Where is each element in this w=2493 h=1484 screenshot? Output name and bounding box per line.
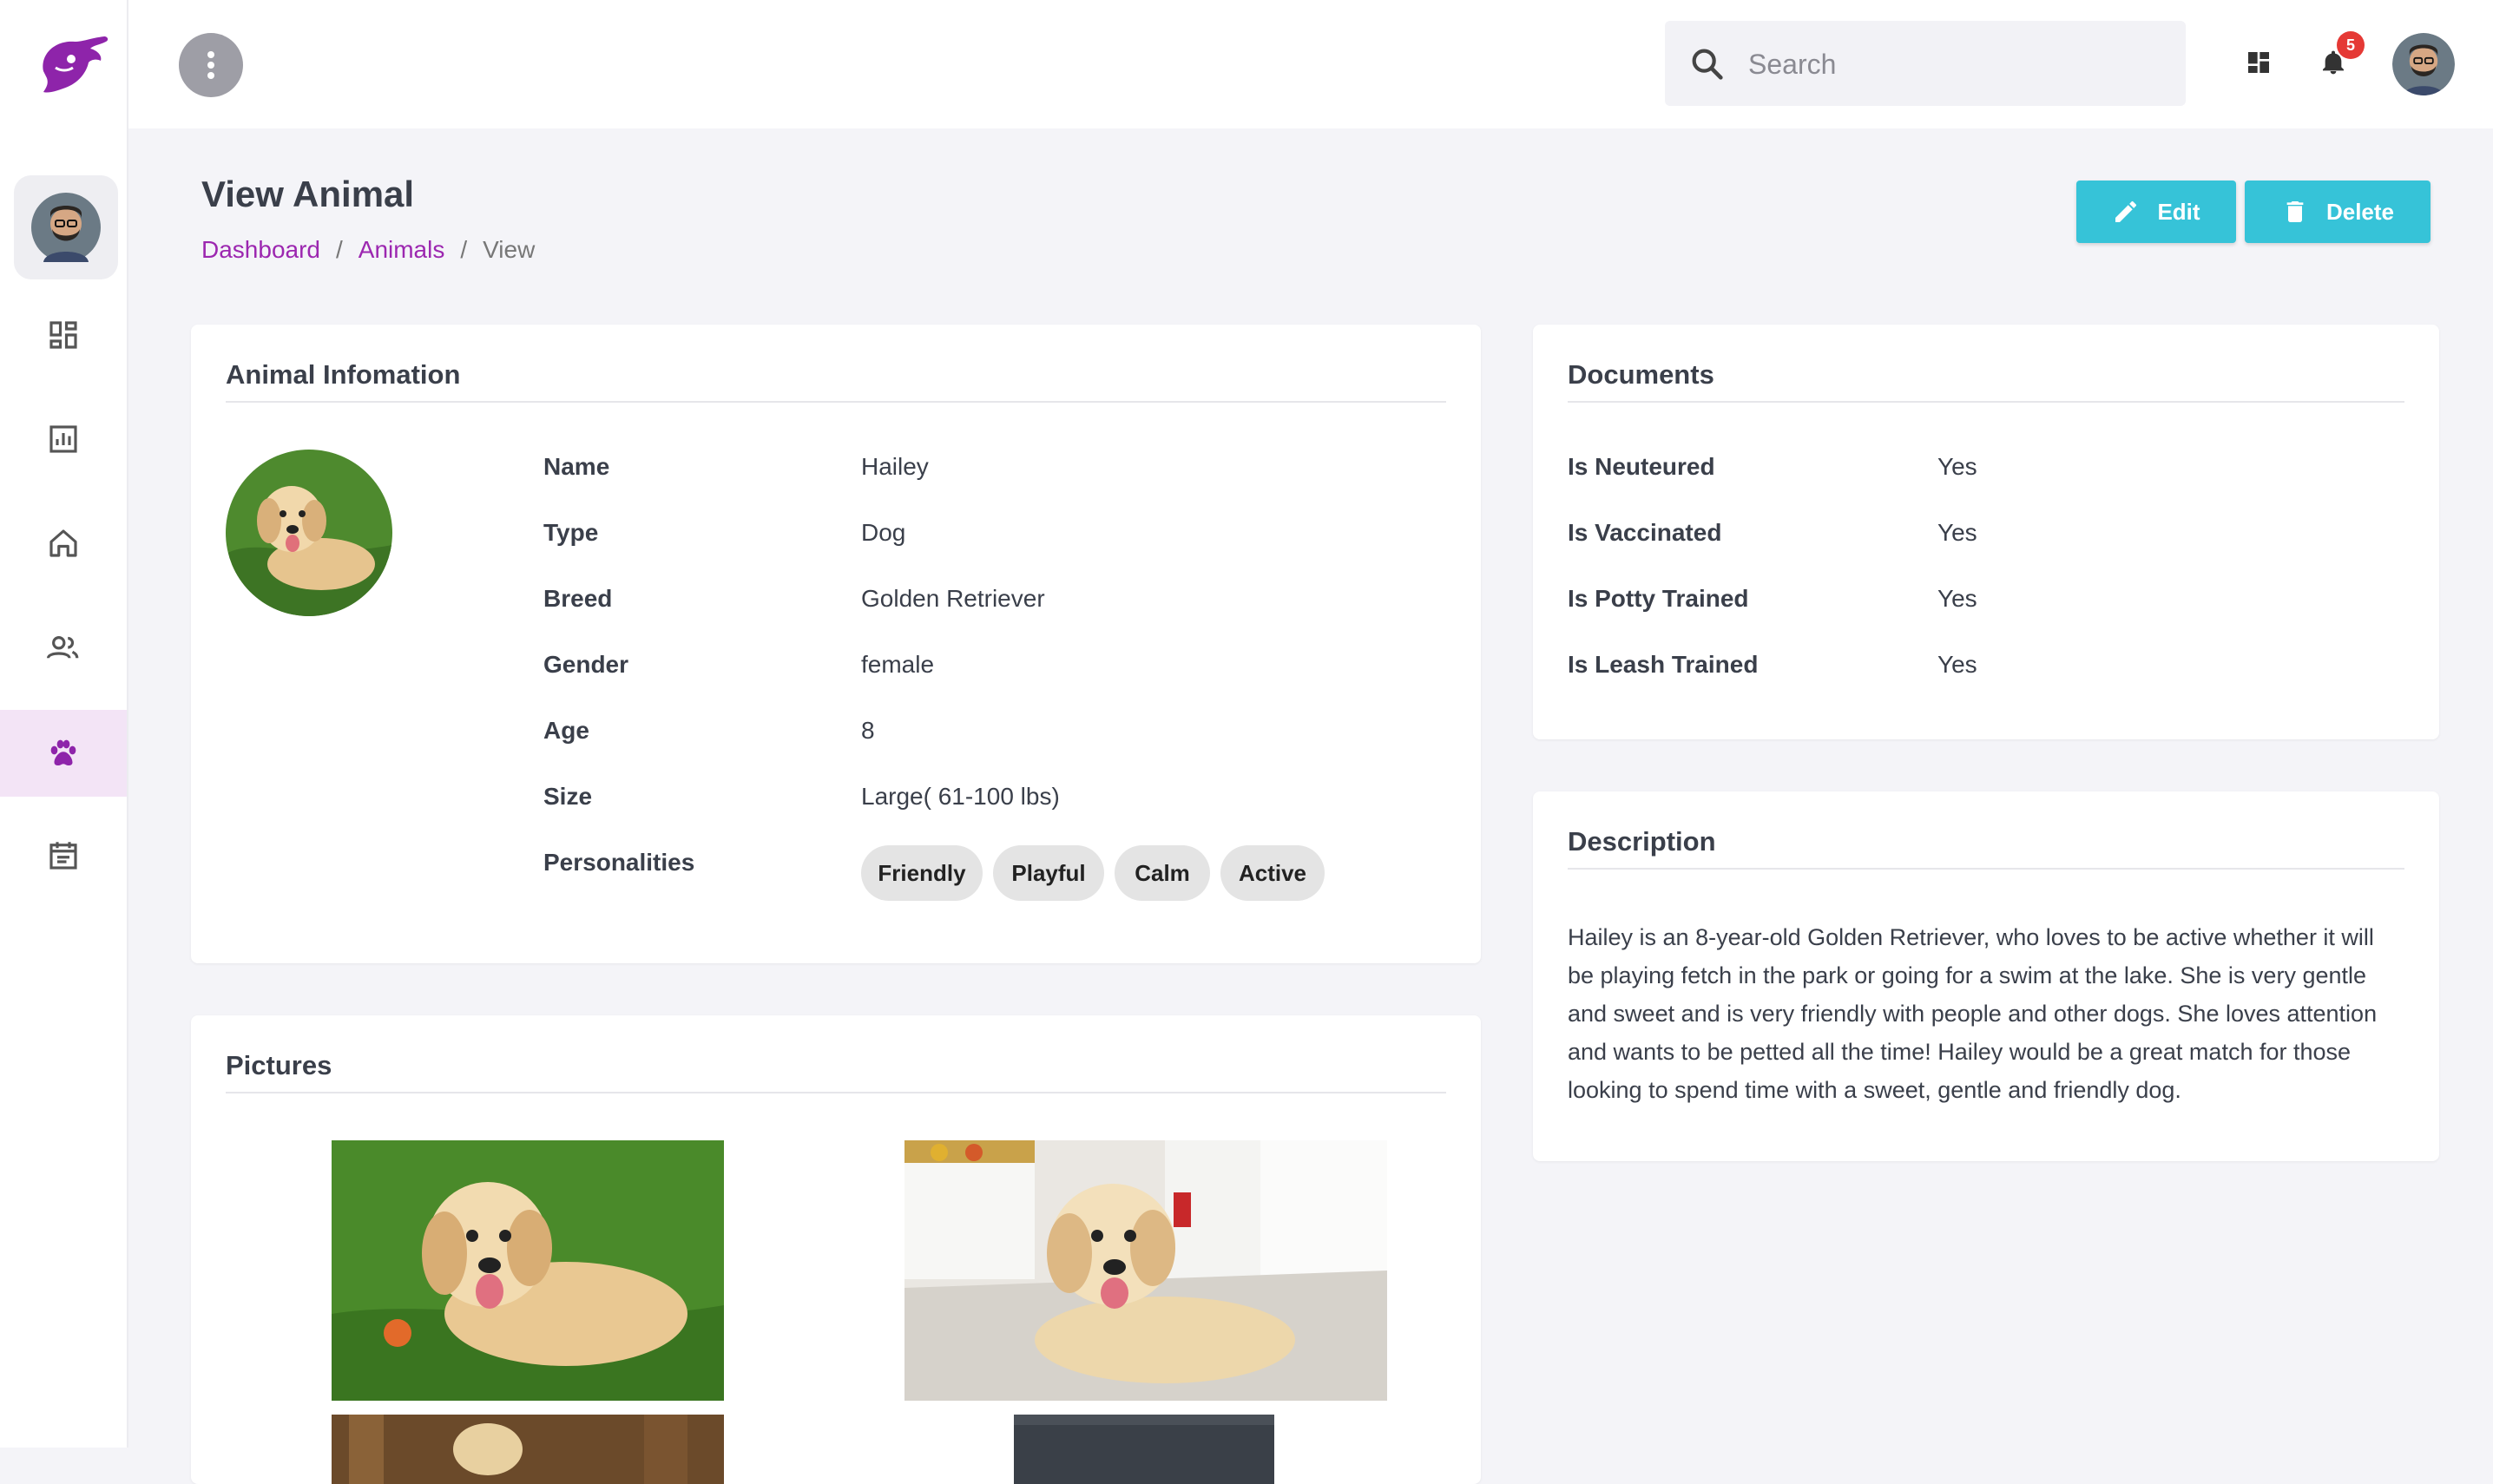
dashboard-grid-icon xyxy=(2248,52,2269,73)
doc-label: Is Potty Trained xyxy=(1568,585,1749,612)
more-menu-button[interactable] xyxy=(179,33,243,97)
animal-info-title: Animal Infomation xyxy=(226,359,461,390)
dashboard-icon xyxy=(49,321,77,349)
description-text: Hailey is an 8-year-old Golden Retriever… xyxy=(1568,924,2378,1103)
info-row-size: Size Large( 61-100 lbs) xyxy=(543,783,1411,818)
personality-chip[interactable]: Calm xyxy=(1115,845,1210,901)
search-icon xyxy=(1692,49,1723,80)
dog-on-grass-image xyxy=(332,1140,724,1401)
breadcrumb-separator: / xyxy=(460,236,468,263)
gallery-photo[interactable] xyxy=(332,1415,724,1484)
dog-photo-image xyxy=(226,450,392,616)
personality-chip[interactable]: Friendly xyxy=(861,845,983,901)
info-value: Hailey xyxy=(861,453,929,480)
doc-row-neutered: Is Neuteured Yes xyxy=(1568,453,2349,488)
info-row-gender: Gender female xyxy=(543,651,1411,686)
sidebar-item-calendar[interactable] xyxy=(0,812,127,899)
pictures-card: Pictures xyxy=(191,1015,1481,1484)
doc-row-vaccinated: Is Vaccinated Yes xyxy=(1568,519,2349,554)
info-value: 8 xyxy=(861,717,875,744)
doc-value: Yes xyxy=(1937,651,1977,678)
documents-title: Documents xyxy=(1568,359,1714,390)
doc-label: Is Leash Trained xyxy=(1568,651,1759,678)
doc-label: Is Vaccinated xyxy=(1568,519,1722,546)
sidebar-item-dashboard[interactable] xyxy=(0,292,127,378)
logo-icon[interactable] xyxy=(36,33,111,97)
sidebar-item-home[interactable] xyxy=(0,500,127,587)
more-vertical-icon xyxy=(207,51,214,79)
info-label: Gender xyxy=(543,651,629,678)
dog-in-forest-image xyxy=(332,1415,724,1484)
dog-indoors-image xyxy=(904,1140,1387,1401)
doc-row-leash-trained: Is Leash Trained Yes xyxy=(1568,651,2349,686)
personality-chip[interactable]: Playful xyxy=(993,845,1104,901)
info-value: Golden Retriever xyxy=(861,585,1045,612)
info-label: Breed xyxy=(543,585,613,612)
sidebar xyxy=(0,0,128,1448)
search-box xyxy=(1665,21,2186,106)
sidebar-item-people[interactable] xyxy=(0,604,127,691)
delete-label: Delete xyxy=(2325,198,2395,225)
analytics-icon xyxy=(49,425,77,453)
description-title: Description xyxy=(1568,826,1716,857)
home-icon xyxy=(49,529,77,557)
user-avatar-icon xyxy=(2392,33,2455,95)
doc-value: Yes xyxy=(1937,585,1977,612)
edit-button[interactable]: Edit xyxy=(2076,181,2236,243)
sidebar-avatar[interactable] xyxy=(14,175,118,279)
info-label: Personalities xyxy=(543,849,695,876)
edit-label: Edit xyxy=(2157,198,2200,225)
info-label: Age xyxy=(543,717,589,744)
divider xyxy=(226,1092,1446,1093)
divider xyxy=(1568,401,2404,403)
pencil-icon xyxy=(2115,200,2137,222)
info-row-type: Type Dog xyxy=(543,519,1411,554)
divider xyxy=(1568,868,2404,870)
calendar-icon xyxy=(49,842,77,870)
breadcrumb-current: View xyxy=(483,236,536,263)
doc-value: Yes xyxy=(1937,519,1977,546)
apps-button[interactable] xyxy=(2238,42,2279,83)
animal-avatar[interactable] xyxy=(226,450,392,616)
breadcrumb-animals[interactable]: Animals xyxy=(358,236,445,263)
info-row-age: Age 8 xyxy=(543,717,1411,752)
info-value: female xyxy=(861,651,935,678)
description-card: Description Hailey is an 8-year-old Gold… xyxy=(1533,791,2439,1161)
doc-label: Is Neuteured xyxy=(1568,453,1715,480)
search-input[interactable] xyxy=(1746,40,2167,89)
doc-row-potty-trained: Is Potty Trained Yes xyxy=(1568,585,2349,620)
breadcrumb: Dashboard / Animals / View xyxy=(201,236,535,264)
info-value: Dog xyxy=(861,519,906,546)
divider xyxy=(226,401,1446,403)
personality-chips: Friendly Playful Calm Active xyxy=(861,845,1382,901)
documents-card: Documents Is Neuteured Yes Is Vaccinated… xyxy=(1533,325,2439,739)
info-label: Size xyxy=(543,783,593,810)
pictures-title: Pictures xyxy=(226,1050,332,1080)
info-label: Name xyxy=(543,453,610,480)
breadcrumb-separator: / xyxy=(335,236,343,263)
dog-dark-background-image xyxy=(1014,1415,1274,1484)
info-row-breed: Breed Golden Retriever xyxy=(543,585,1411,620)
page-title: View Animal xyxy=(201,174,415,214)
user-avatar-icon xyxy=(31,193,101,262)
header-avatar[interactable] xyxy=(2392,33,2455,95)
sidebar-item-analytics[interactable] xyxy=(0,396,127,483)
gallery-photo[interactable] xyxy=(904,1140,1387,1401)
trash-icon xyxy=(2286,201,2304,222)
gallery-photo[interactable] xyxy=(332,1140,724,1401)
notification-badge: 5 xyxy=(2337,31,2365,59)
people-icon xyxy=(46,636,79,659)
breadcrumb-dashboard[interactable]: Dashboard xyxy=(201,236,320,263)
info-value: Large( 61-100 lbs) xyxy=(861,783,1060,810)
paw-icon xyxy=(50,739,76,765)
sidebar-item-animals[interactable] xyxy=(0,710,127,797)
personality-chip[interactable]: Active xyxy=(1220,845,1325,901)
top-bar xyxy=(128,0,2493,128)
delete-button[interactable]: Delete xyxy=(2245,181,2431,243)
doc-value: Yes xyxy=(1937,453,1977,480)
info-row-name: Name Hailey xyxy=(543,453,1411,488)
gallery-photo[interactable] xyxy=(1014,1415,1274,1484)
info-label: Type xyxy=(543,519,599,546)
animal-info-card: Animal Infomation Name Hailey Type Dog B… xyxy=(191,325,1481,963)
